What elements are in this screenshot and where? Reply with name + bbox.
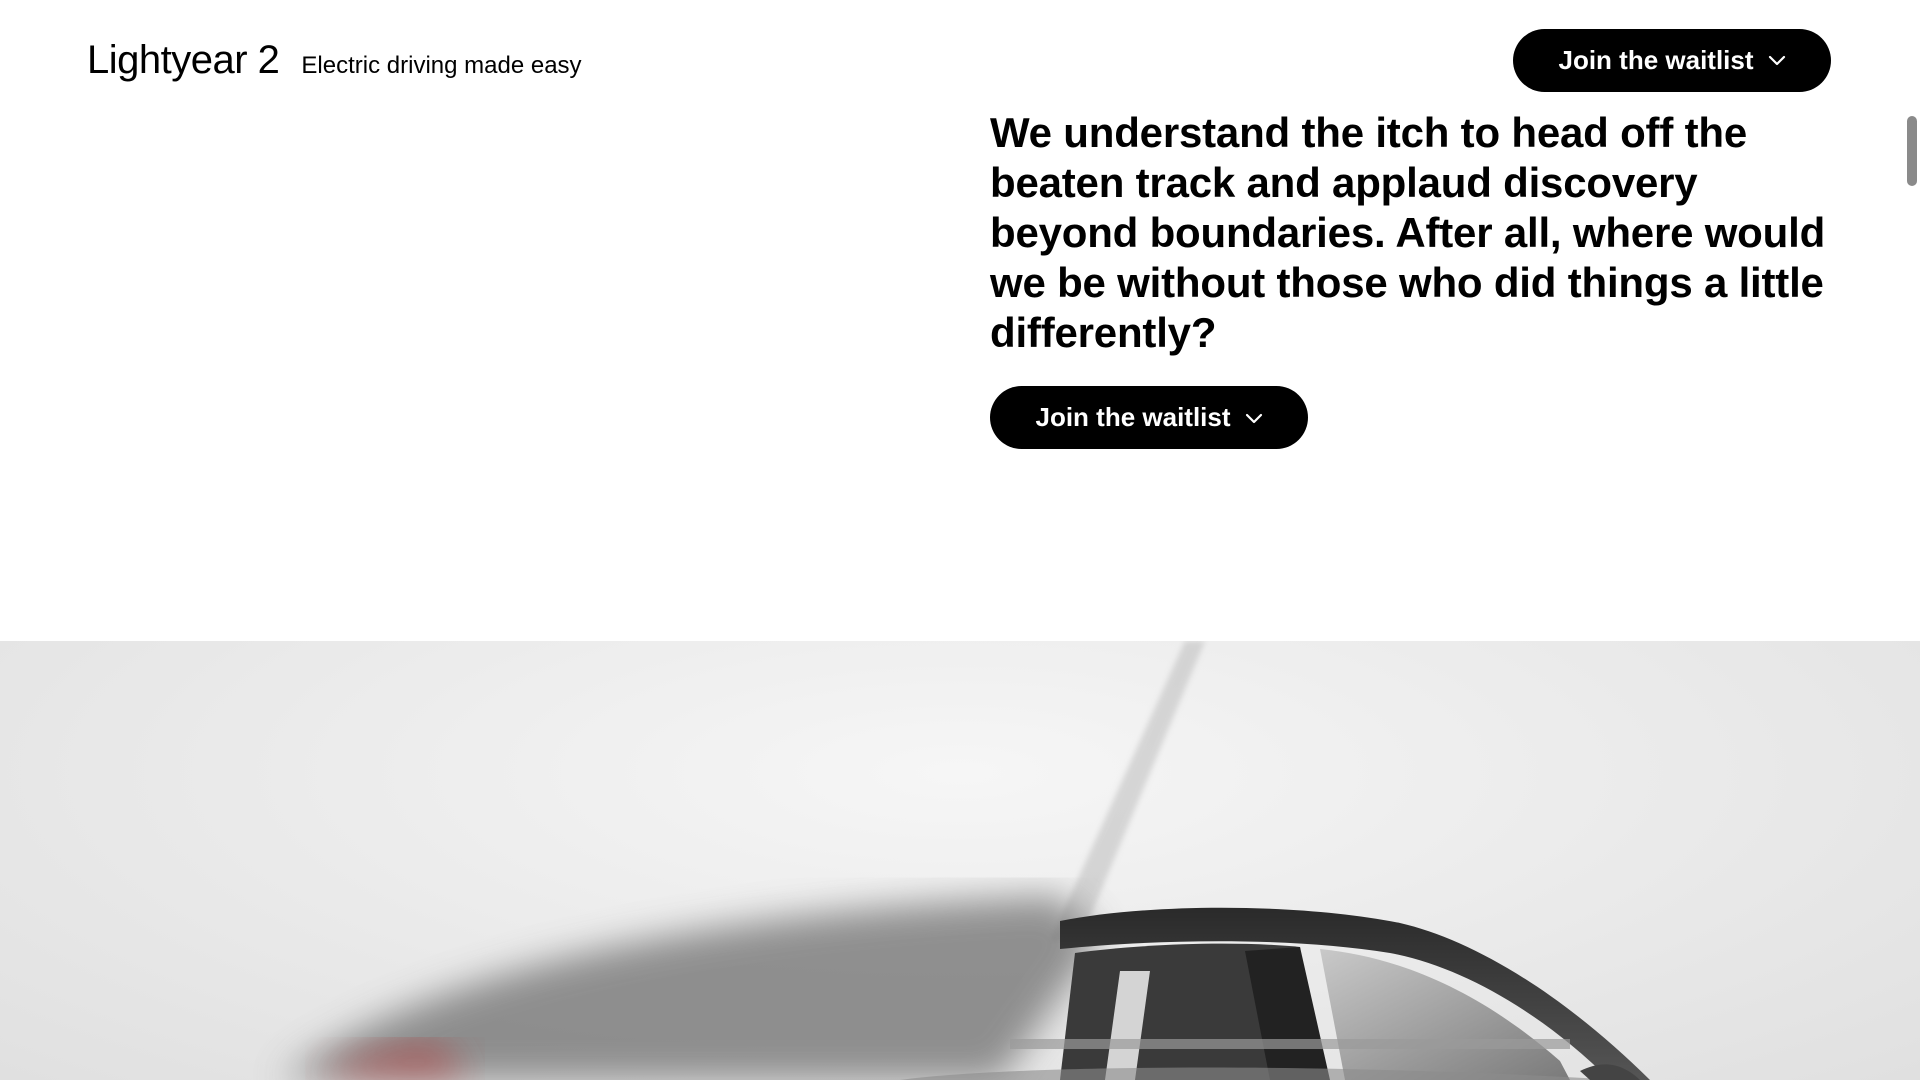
- page: Lightyear 2 Electric driving made easy J…: [0, 0, 1920, 1080]
- hero-join-waitlist-label: Join the waitlist: [1035, 402, 1231, 432]
- site-header: Lightyear 2 Electric driving made easy J…: [0, 0, 1920, 120]
- scrollbar[interactable]: [1904, 0, 1920, 1080]
- chevron-down-icon: [1245, 413, 1262, 423]
- scrollbar-thumb[interactable]: [1907, 116, 1917, 186]
- brand-logo[interactable]: Lightyear 2: [87, 38, 280, 83]
- brand-tagline: Electric driving made easy: [301, 51, 582, 79]
- join-waitlist-label: Join the waitlist: [1558, 44, 1754, 75]
- car-image: [280, 641, 1650, 1080]
- join-waitlist-button[interactable]: Join the waitlist: [1513, 28, 1831, 92]
- car-image-section: [0, 641, 1920, 1080]
- chevron-down-icon: [1768, 55, 1785, 66]
- brand[interactable]: Lightyear 2 Electric driving made easy: [87, 38, 582, 83]
- hero-text: We understand the itch to head off the b…: [990, 109, 1826, 356]
- hero-join-waitlist-button[interactable]: Join the waitlist: [990, 386, 1308, 449]
